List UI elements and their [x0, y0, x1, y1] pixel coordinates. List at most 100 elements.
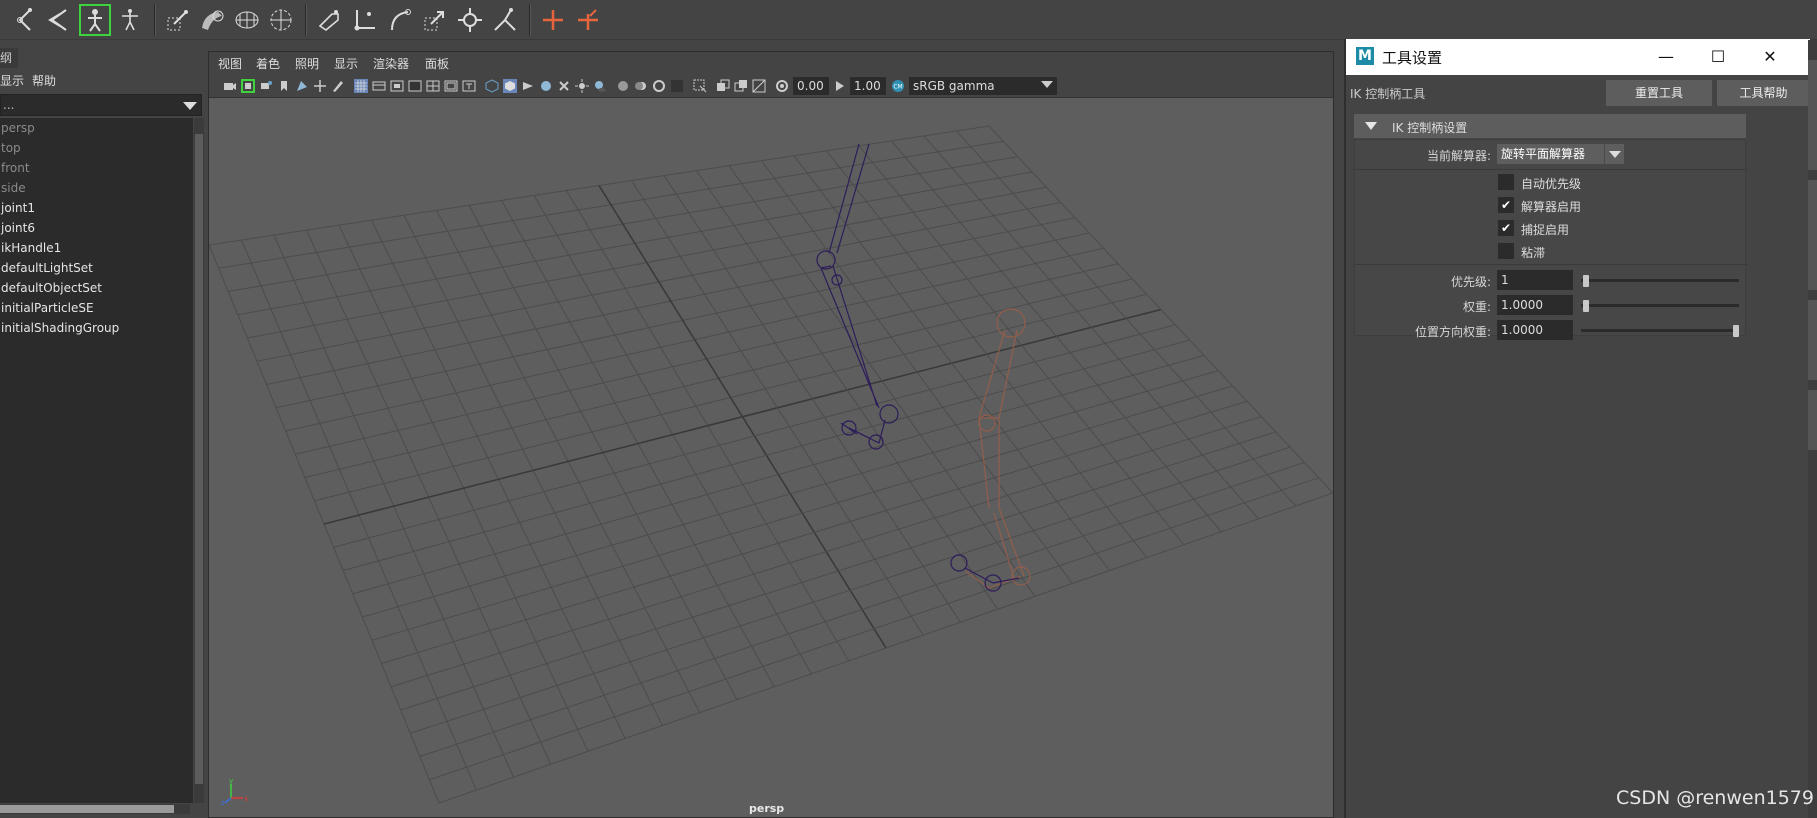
priority-slider[interactable]: [1581, 279, 1739, 282]
outliner-item[interactable]: side: [0, 178, 193, 198]
menu-view[interactable]: 视图: [218, 55, 242, 72]
rig-edit-icon[interactable]: [572, 4, 604, 36]
weight-field[interactable]: 1.0000: [1497, 295, 1573, 315]
outliner-item[interactable]: defaultLightSet: [0, 258, 193, 278]
two-d-pan-icon[interactable]: [313, 79, 327, 93]
menu-panels[interactable]: 面板: [425, 55, 449, 72]
outliner-item[interactable]: initialShadingGroup: [0, 318, 193, 338]
maximize-icon[interactable]: ☐: [1706, 45, 1730, 69]
smooth-skin-icon[interactable]: [196, 4, 228, 36]
backface-culling-icon[interactable]: [752, 79, 766, 93]
collapse-triangle-icon[interactable]: [1365, 122, 1377, 130]
chevron-down-icon[interactable]: [1604, 144, 1624, 164]
resolution-gate-icon[interactable]: [390, 79, 404, 93]
priority-slider-thumb[interactable]: [1583, 275, 1589, 287]
weight-slider-thumb[interactable]: [1583, 300, 1589, 312]
colorspace-dropdown[interactable]: sRGB gamma: [909, 77, 1057, 95]
menu-show[interactable]: 显示: [334, 55, 358, 72]
outliner-filter-dropdown[interactable]: ...: [0, 94, 202, 116]
outliner-horizontal-scrollbar[interactable]: [0, 804, 190, 814]
close-icon[interactable]: ✕: [1758, 45, 1782, 69]
xray-active-icon[interactable]: [734, 79, 748, 93]
snap-enable-checkbox[interactable]: ✔: [1498, 220, 1514, 236]
wireframe-icon[interactable]: [485, 79, 499, 93]
outliner-item[interactable]: joint6: [0, 218, 193, 238]
screen-space-ao-icon[interactable]: [616, 79, 630, 93]
image-plane-icon[interactable]: [295, 79, 309, 93]
bookmark-icon[interactable]: [277, 79, 291, 93]
frame-header[interactable]: IK 控制柄设置: [1354, 114, 1746, 138]
cluster-icon[interactable]: [265, 4, 297, 36]
safe-title-icon[interactable]: [462, 79, 476, 93]
joint-tool-icon[interactable]: [10, 4, 42, 36]
minimize-icon[interactable]: —: [1654, 45, 1678, 69]
chevron-down-icon[interactable]: [183, 102, 197, 110]
lattice-icon[interactable]: [231, 4, 263, 36]
humanik-icon[interactable]: [79, 4, 111, 36]
solver-dropdown[interactable]: 旋转平面解算器: [1497, 144, 1624, 164]
paint-weights-icon[interactable]: [314, 4, 346, 36]
textured-icon[interactable]: [539, 79, 553, 93]
xray-joints-icon[interactable]: [716, 79, 730, 93]
joint-orient-icon[interactable]: [349, 4, 381, 36]
scale-icon[interactable]: [419, 4, 451, 36]
pov-weight-slider-thumb[interactable]: [1733, 325, 1739, 337]
tool-help-button[interactable]: 工具帮助: [1717, 80, 1810, 106]
exposure-icon[interactable]: [775, 79, 789, 93]
outliner-tab[interactable]: 纲: [0, 48, 18, 68]
color-management-icon[interactable]: CM: [891, 79, 905, 93]
camera-icon[interactable]: [223, 79, 237, 93]
exposure-field[interactable]: 0.00: [793, 77, 829, 95]
xray-icon[interactable]: [557, 79, 571, 93]
outliner-item[interactable]: initialParticleSE: [0, 298, 193, 318]
outliner-item[interactable]: top: [0, 138, 193, 158]
sticky-checkbox[interactable]: [1498, 243, 1514, 259]
window-titlebar[interactable]: M 工具设置 — ☐ ✕: [1346, 39, 1810, 75]
safe-action-icon[interactable]: [444, 79, 458, 93]
isolate-select-icon[interactable]: [693, 79, 707, 93]
outliner-item[interactable]: ikHandle1: [0, 238, 193, 258]
priority-field[interactable]: 1: [1497, 270, 1573, 290]
scrollbar-thumb[interactable]: [195, 134, 203, 784]
vertical-tab-channel-box[interactable]: [1808, 300, 1817, 380]
field-chart-icon[interactable]: [426, 79, 440, 93]
outliner-vertical-scrollbar[interactable]: [194, 118, 204, 803]
gamma-field[interactable]: 1.00: [850, 77, 886, 95]
grid-icon[interactable]: [354, 79, 368, 93]
anti-aliasing-icon[interactable]: [652, 79, 666, 93]
outliner-item[interactable]: front: [0, 158, 193, 178]
bind-skin-icon[interactable]: [162, 4, 194, 36]
camera-lock-icon[interactable]: [241, 79, 255, 93]
viewport-canvas[interactable]: [209, 98, 1333, 817]
scrollbar-thumb[interactable]: [0, 805, 174, 813]
rig-plus-icon[interactable]: [537, 4, 569, 36]
auto-priority-checkbox[interactable]: [1498, 174, 1514, 190]
menu-shading[interactable]: 着色: [256, 55, 280, 72]
skeleton-icon[interactable]: [114, 4, 146, 36]
film-gate-icon[interactable]: [372, 79, 386, 93]
depth-of-field-icon[interactable]: [670, 79, 684, 93]
lights-icon[interactable]: [575, 79, 589, 93]
menu-lighting[interactable]: 照明: [295, 55, 319, 72]
connect-icon[interactable]: [454, 4, 486, 36]
vertical-tab-humanik[interactable]: [1808, 390, 1817, 450]
smooth-shade-icon[interactable]: [503, 79, 517, 93]
bookmark-camera-icon[interactable]: [259, 79, 273, 93]
outliner-item[interactable]: joint1: [0, 198, 193, 218]
solver-enable-checkbox[interactable]: ✔: [1498, 197, 1514, 213]
pov-weight-slider[interactable]: [1581, 329, 1739, 332]
wireframe-on-shaded-icon[interactable]: [521, 79, 535, 93]
reset-tool-button[interactable]: 重置工具: [1606, 80, 1712, 106]
shadows-icon[interactable]: [593, 79, 607, 93]
gamma-icon[interactable]: [833, 79, 847, 93]
retarget-icon[interactable]: [489, 4, 521, 36]
ik-spline-icon[interactable]: [44, 4, 76, 36]
bend-icon[interactable]: [384, 4, 416, 36]
outliner-item[interactable]: persp: [0, 118, 193, 138]
weight-slider[interactable]: [1581, 304, 1739, 307]
menu-renderer[interactable]: 渲染器: [373, 55, 409, 72]
outliner-item[interactable]: defaultObjectSet: [0, 278, 193, 298]
pov-weight-field[interactable]: 1.0000: [1497, 320, 1573, 340]
chevron-down-icon[interactable]: [1041, 81, 1053, 88]
menu-display[interactable]: 显示: [0, 72, 24, 89]
